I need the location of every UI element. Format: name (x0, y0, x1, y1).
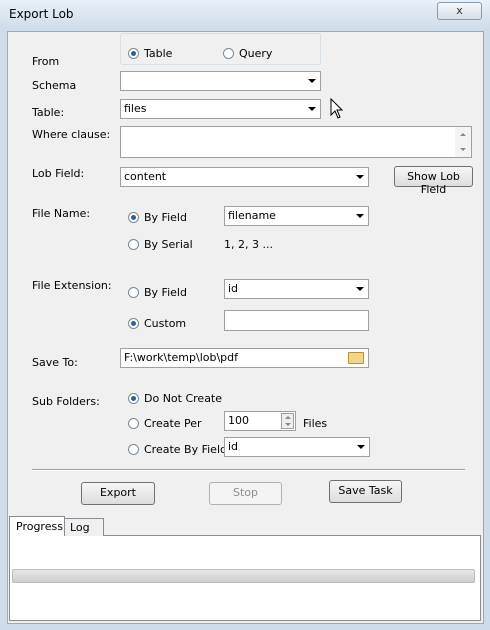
file-name-by-field-radio[interactable] (128, 212, 139, 223)
file-name-by-field-label[interactable]: By Field (144, 211, 187, 224)
sub-folders-label: Sub Folders: (32, 395, 100, 408)
file-extension-field-value: id (228, 282, 239, 295)
save-to-value: F:\work\temp\lob\pdf (124, 351, 239, 364)
show-lob-field-button[interactable]: Show Lob Field (394, 166, 473, 196)
file-extension-custom-radio[interactable] (128, 318, 139, 329)
chevron-down-icon (308, 107, 316, 111)
schema-label: Schema (32, 79, 77, 92)
create-per-value: 100 (228, 414, 249, 427)
from-table-radio[interactable] (128, 48, 139, 59)
create-by-field-radio[interactable] (128, 444, 139, 455)
chevron-down-icon (356, 214, 364, 218)
browse-folder-icon[interactable] (348, 352, 364, 364)
create-by-field-value: id (228, 440, 239, 453)
where-clause-scrollbar[interactable] (455, 127, 471, 157)
close-button[interactable]: x (437, 2, 482, 20)
create-per-radio[interactable] (128, 418, 139, 429)
chevron-down-icon (356, 175, 364, 179)
stop-button[interactable]: Stop (209, 482, 282, 505)
file-extension-custom-label[interactable]: Custom (144, 317, 186, 330)
create-per-label[interactable]: Create Per (144, 417, 202, 430)
stepper-down-icon[interactable] (285, 423, 291, 426)
scroll-down-icon[interactable] (460, 148, 466, 151)
files-suffix-label: Files (303, 417, 328, 430)
file-name-field-value: filename (228, 209, 276, 222)
file-extension-by-field-label[interactable]: By Field (144, 286, 187, 299)
create-per-stepper[interactable] (281, 413, 294, 429)
chevron-down-icon (308, 79, 316, 83)
chevron-down-icon (357, 445, 365, 449)
file-name-field-dropdown[interactable]: filename (224, 206, 369, 226)
from-query-radio[interactable] (223, 48, 234, 59)
file-name-by-serial-label[interactable]: By Serial (144, 238, 193, 251)
from-table-label[interactable]: Table (144, 47, 172, 60)
export-button[interactable]: Export (81, 482, 155, 505)
table-value: files (124, 102, 147, 115)
table-label: Table: (32, 106, 65, 119)
where-clause-label: Where clause: (32, 128, 111, 141)
stepper-up-icon[interactable] (285, 416, 291, 419)
create-by-field-dropdown[interactable]: id (224, 437, 370, 457)
save-task-button[interactable]: Save Task (329, 480, 402, 503)
window-title: Export Lob (9, 7, 74, 21)
file-extension-by-field-radio[interactable] (128, 287, 139, 298)
close-icon: x (456, 4, 463, 17)
create-by-field-label[interactable]: Create By Field (144, 443, 227, 456)
file-extension-custom-input[interactable] (224, 310, 369, 331)
file-extension-field-dropdown[interactable]: id (224, 279, 369, 299)
where-clause-input[interactable] (120, 126, 472, 158)
tab-progress[interactable]: Progress (9, 516, 65, 536)
file-name-by-serial-radio[interactable] (128, 239, 139, 250)
from-query-label[interactable]: Query (239, 47, 272, 60)
table-dropdown[interactable]: files (120, 99, 321, 119)
do-not-create-radio[interactable] (128, 393, 139, 404)
schema-dropdown[interactable] (120, 71, 321, 91)
lob-field-dropdown[interactable]: content (120, 167, 369, 187)
serial-preview: 1, 2, 3 ... (224, 238, 273, 251)
chevron-down-icon (356, 287, 364, 291)
tab-log[interactable]: Log (64, 518, 104, 536)
create-per-input[interactable]: 100 (224, 411, 296, 431)
from-label: From (32, 55, 60, 68)
mouse-cursor-icon (330, 98, 344, 119)
progress-bar (12, 569, 475, 583)
scroll-up-icon[interactable] (460, 133, 466, 136)
separator (32, 469, 465, 471)
save-to-input[interactable]: F:\work\temp\lob\pdf (120, 348, 369, 368)
do-not-create-label[interactable]: Do Not Create (144, 392, 222, 405)
lob-field-label: Lob Field: (32, 167, 85, 180)
file-name-label: File Name: (32, 207, 91, 220)
save-to-label: Save To: (32, 356, 78, 369)
lob-field-value: content (124, 170, 167, 183)
file-extension-label: File Extension: (32, 279, 112, 292)
